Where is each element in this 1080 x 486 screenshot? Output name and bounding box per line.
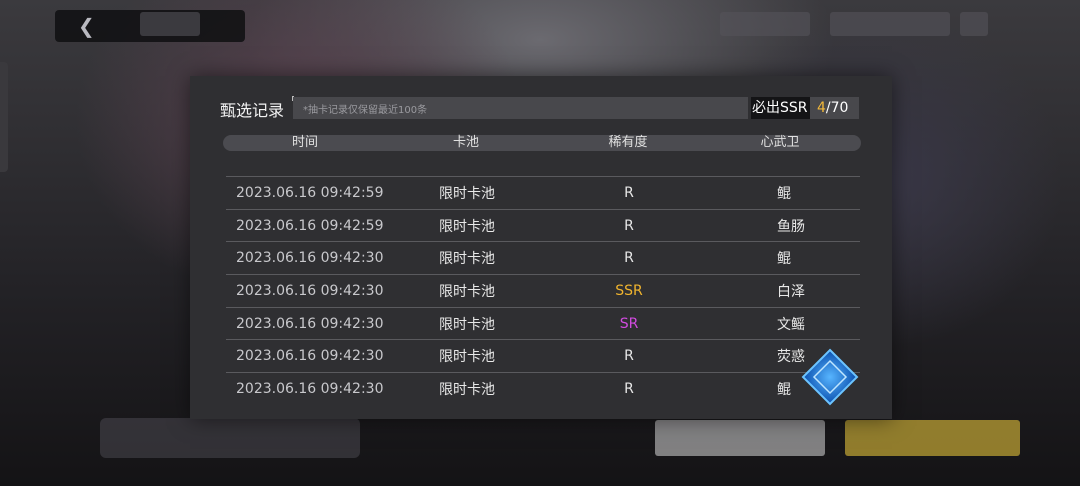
character-name: 文鳐 — [777, 316, 805, 333]
card-pool: 限时卡池 — [439, 349, 495, 366]
ssr-guarantee-label: 必出SSR — [751, 97, 810, 119]
single-draw-button — [655, 420, 825, 456]
card-pool: 限时卡池 — [439, 218, 495, 235]
history-row: 2023.06.16 09:42:30 限时卡池 R 鲲 — [226, 242, 860, 276]
col-header-time: 时间 — [291, 135, 319, 150]
plus-icon — [960, 12, 988, 36]
character-name: 鱼肠 — [777, 218, 805, 235]
notice-text: *抽卡记录仅保留最近100条 — [303, 105, 428, 116]
draw-time: 2023.06.16 09:42:30 — [236, 250, 384, 267]
col-header-rarity: 稀有度 — [608, 135, 648, 150]
ssr-guarantee-counter: 必出SSR 4/70 — [751, 97, 859, 119]
rarity: R — [624, 250, 634, 267]
panel-title: 甄选记录 — [220, 101, 285, 120]
col-header-pool: 卡池 — [452, 135, 480, 150]
ssr-current-count: 4 — [817, 100, 826, 116]
history-row: 2023.06.16 09:42:30 限时卡池 SSR 白泽 — [226, 275, 860, 308]
draw-time: 2023.06.16 09:42:59 — [236, 184, 384, 201]
character-name: 白泽 — [777, 283, 805, 300]
back-arrow-icon[interactable]: ❮ — [78, 14, 95, 38]
character-name: 鲲 — [777, 185, 791, 202]
rarity: R — [624, 380, 634, 397]
character-name: 鲲 — [777, 251, 791, 268]
draw-time: 2023.06.16 09:42:30 — [236, 315, 384, 332]
table-header: 时间 卡池 稀有度 心武卫 — [223, 135, 861, 151]
rarity: SSR — [615, 282, 643, 299]
rarity: R — [624, 348, 634, 365]
col-header-character: 心武卫 — [760, 135, 800, 150]
ten-draw-button — [845, 420, 1020, 456]
rarity: R — [624, 217, 634, 234]
currency-pill — [830, 12, 950, 36]
history-list[interactable]: 2023.06.16 09:42:59 限时卡池 R 鲲 2023.06.16 09:4… — [226, 168, 860, 400]
draw-time: 2023.06.16 09:42:30 — [236, 282, 384, 299]
card-pool: 限时卡池 — [439, 316, 495, 333]
rarity: R — [624, 184, 634, 201]
card-pool: 限时卡池 — [439, 381, 495, 398]
diamond-compass-icon[interactable] — [800, 347, 860, 407]
ssr-guarantee-count: 4/70 — [817, 97, 848, 119]
draw-time: 2023.06.16 09:42:30 — [236, 348, 384, 365]
card-pool: 限时卡池 — [439, 283, 495, 300]
draw-time: 2023.06.16 09:42:59 — [236, 217, 384, 234]
notice-bar: *抽卡记录仅保留最近100条 — [293, 97, 748, 119]
history-row: 2023.06.16 09:42:30 限时卡池 R 鲲 — [226, 373, 860, 400]
draw-history-panel: 甄选记录 *抽卡记录仅保留最近100条 必出SSR 4/70 时间 卡池 稀有度… — [190, 76, 892, 419]
bottom-banner — [100, 418, 360, 458]
history-row: 2023.06.16 09:42:30 限时卡池 R 荧惑 — [226, 340, 860, 374]
draw-time: 2023.06.16 09:42:30 — [236, 380, 384, 397]
character-name: 鲲 — [777, 381, 791, 398]
history-row: 2023.06.16 09:42:59 限时卡池 R 鲲 — [226, 177, 860, 210]
list-item-partial — [226, 168, 860, 177]
side-tab[interactable] — [0, 62, 8, 172]
ssr-total-count: /70 — [825, 100, 849, 116]
history-row: 2023.06.16 09:42:59 限时卡池 R 鱼肠 — [226, 210, 860, 243]
history-row: 2023.06.16 09:42:30 限时卡池 SR 文鳐 — [226, 308, 860, 341]
card-pool: 限时卡池 — [439, 185, 495, 202]
top-item — [140, 12, 200, 36]
card-pool: 限时卡池 — [439, 251, 495, 268]
rarity: SR — [619, 315, 639, 332]
currency-pill — [720, 12, 810, 36]
